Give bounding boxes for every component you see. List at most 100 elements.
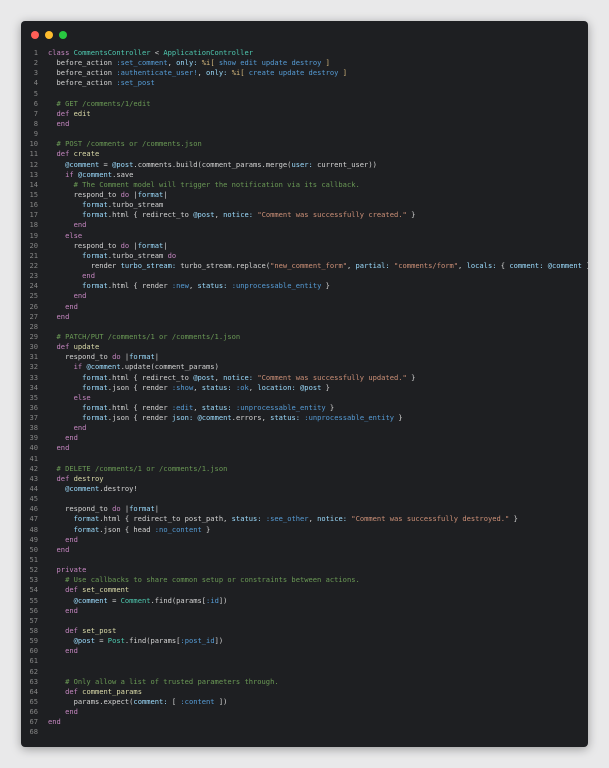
code-token: .html { redirect_to [107, 210, 194, 220]
code-token: :ok [235, 382, 249, 392]
line-number: 56 [29, 605, 38, 615]
code-token: :no_content [154, 524, 202, 534]
code-line: 58 def set_post [21, 626, 588, 636]
code-line: 5 [21, 89, 588, 99]
code-token: format [129, 504, 155, 514]
code-token: notice: [317, 514, 348, 524]
code-line: 42 # DELETE /comments/1 or /comments/1.j… [21, 464, 588, 474]
code-token: @comment [48, 159, 100, 169]
line-number: 66 [29, 707, 38, 717]
code-token: respond_to [48, 240, 121, 250]
code-token: # GET /comments/1/edit [48, 98, 151, 108]
code-token: , [214, 210, 224, 220]
code-token: # The Comment model will trigger the not… [48, 179, 360, 189]
line-number: 31 [29, 352, 38, 362]
code-token: user: [291, 159, 313, 169]
code-token: ]) [214, 697, 228, 706]
code-token: , [197, 68, 207, 78]
code-token: ] [342, 68, 348, 78]
line-number: 47 [29, 514, 38, 524]
code-token: :see_other [265, 514, 309, 524]
code-token: destroy [73, 473, 104, 483]
line-number: 35 [29, 392, 38, 402]
code-token: Comment [120, 595, 151, 605]
code-line: 15 respond_to do |format| [21, 190, 588, 200]
code-line: 30 def update [21, 342, 588, 352]
line-number: 28 [29, 321, 38, 331]
code-token: :edit [171, 402, 194, 412]
code-token: format [82, 200, 108, 210]
code-token: edit [73, 108, 91, 118]
code-token: .save [112, 169, 134, 179]
code-token: = [99, 159, 113, 169]
code-token: .json { render [107, 382, 172, 392]
code-line: 45 [21, 494, 588, 504]
code-token: set_comment [82, 585, 130, 595]
code-token: format [82, 372, 108, 382]
code-token: end [48, 423, 87, 433]
code-line: 31 respond_to do |format| [21, 352, 588, 362]
code-token: format [82, 281, 108, 291]
code-token: , [193, 402, 202, 412]
code-token: :new [171, 281, 189, 291]
code-line: 23 end [21, 271, 588, 281]
line-number: 37 [29, 413, 38, 423]
code-token: .json { render [107, 413, 172, 423]
line-number: 18 [29, 220, 38, 230]
code-line: 52 private [21, 565, 588, 575]
line-number: 60 [29, 646, 38, 656]
code-token: render [48, 260, 121, 270]
code-token: :unprocessable_entity [231, 281, 322, 291]
code-token: .html { render [107, 402, 172, 412]
line-number: 26 [29, 301, 38, 311]
code-token: before_action [48, 68, 117, 78]
line-number: 3 [33, 68, 38, 78]
code-token: notice: [223, 372, 254, 382]
code-token: | [120, 352, 130, 362]
code-line: 4 before_action :set_post [21, 78, 588, 88]
line-number: 6 [33, 98, 38, 108]
code-line: 64 def comment_params [21, 687, 588, 697]
line-number: 9 [33, 129, 38, 139]
code-token: json: [171, 413, 194, 423]
code-token: def [48, 108, 74, 118]
code-token: if [48, 169, 78, 179]
code-token: set_post [82, 626, 117, 636]
code-line: 47 format.html { redirect_to post_path, … [21, 514, 588, 524]
code-token: update [73, 342, 100, 352]
code-line: 20 respond_to do |format| [21, 241, 588, 251]
code-token: @comment [86, 362, 121, 372]
code-line: 56 end [21, 606, 588, 616]
line-number: 36 [29, 402, 38, 412]
line-number: 7 [33, 108, 38, 118]
code-token: .turbo_stream [107, 200, 164, 210]
code-token: create [73, 149, 100, 159]
code-token: private [48, 565, 87, 575]
code-line: 9 [21, 129, 588, 139]
code-token: %i[ [201, 58, 215, 68]
code-token: format [137, 240, 164, 250]
line-number: 57 [29, 615, 38, 625]
close-window-button[interactable] [31, 31, 39, 39]
maximize-window-button[interactable] [59, 31, 67, 39]
code-line: 10 # POST /comments or /comments.json [21, 139, 588, 149]
code-token: respond_to [48, 189, 121, 199]
code-line: 44 @comment.destroy! [21, 484, 588, 494]
code-token: %i[ [231, 68, 245, 78]
code-line: 3 before_action :authenticate_user!, onl… [21, 68, 588, 78]
code-token: } [325, 402, 335, 412]
code-editor[interactable]: 1 class CommentsController < ApplicationC… [21, 48, 588, 738]
line-number: 41 [29, 453, 38, 463]
line-number: 29 [29, 331, 38, 341]
code-line: 39 end [21, 433, 588, 443]
minimize-window-button[interactable] [45, 31, 53, 39]
code-line: 49 end [21, 535, 588, 545]
code-line: 66 end [21, 707, 588, 717]
code-token: } [201, 524, 211, 534]
line-number: 11 [29, 149, 38, 159]
code-token: do [112, 504, 121, 514]
code-token: def [48, 626, 83, 636]
code-token: end [48, 443, 70, 453]
